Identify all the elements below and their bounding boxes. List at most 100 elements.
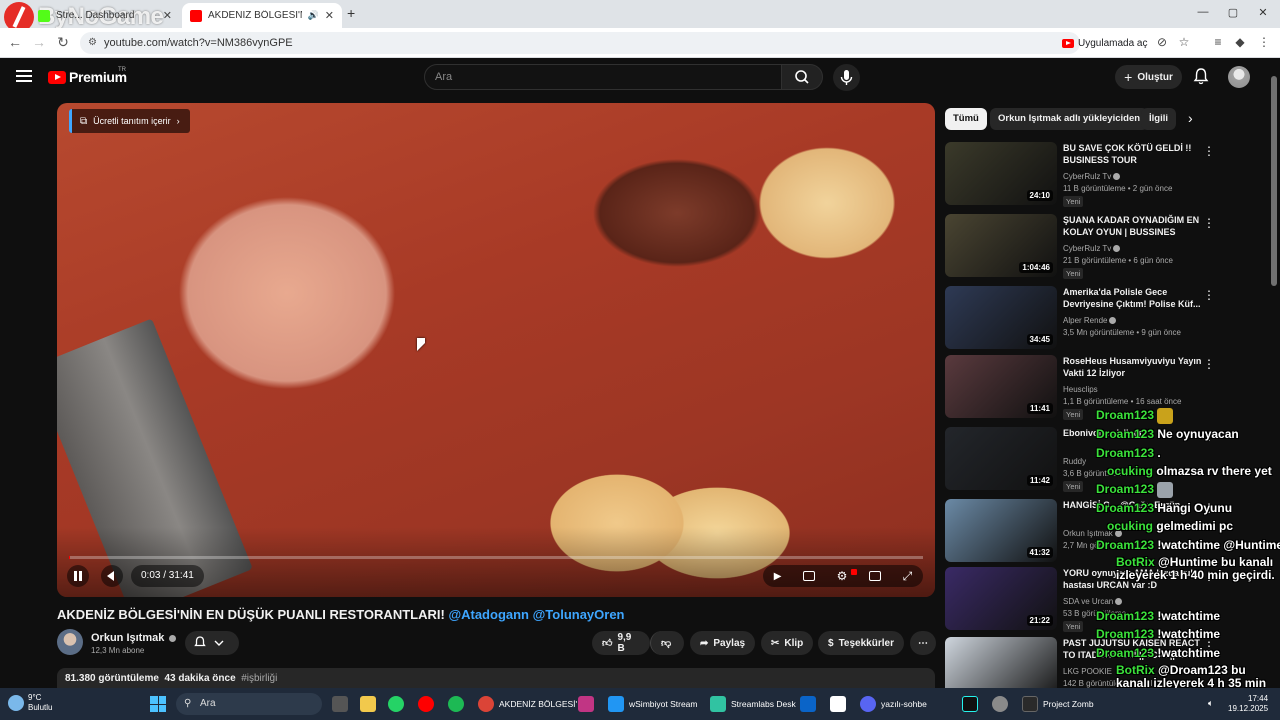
video-thumbnail[interactable]: 24:10 bbox=[945, 142, 1057, 205]
related-video-title[interactable]: RoseHeus Husamviyuviyu Yayın Vakti 12 İz… bbox=[1063, 355, 1203, 379]
like-button[interactable]: 👍︎ 9,9 B bbox=[592, 631, 650, 655]
notifications-bell-icon[interactable] bbox=[1192, 67, 1210, 85]
taskbar-app-project-zomboid[interactable]: Project Zomb bbox=[1022, 694, 1094, 714]
pause-button[interactable] bbox=[67, 565, 89, 587]
task-view-icon[interactable] bbox=[332, 694, 348, 714]
volume-button[interactable] bbox=[101, 565, 123, 587]
clip-button[interactable]: ✂ Klip bbox=[761, 631, 814, 655]
reload-icon[interactable]: ↻ bbox=[54, 34, 72, 51]
taskbar-app-streamlabs[interactable]: Streamlabs Desk bbox=[710, 694, 796, 714]
taskbar-app-wsimbiyot[interactable]: wSimbiyot Stream bbox=[608, 694, 698, 714]
media-controls-icon[interactable]: ≡ bbox=[1210, 35, 1226, 49]
chrome-menu-icon[interactable]: ⋮ bbox=[1256, 35, 1272, 49]
close-icon[interactable]: ✕ bbox=[325, 9, 334, 22]
paid-promotion-badge[interactable]: ⧉ Ücretli tanıtım içerir › bbox=[69, 109, 190, 133]
more-vertical-icon[interactable]: ⋮ bbox=[1203, 357, 1215, 371]
video-player[interactable]: ⧉ Ücretli tanıtım içerir › 0:03 / 31:41 … bbox=[57, 103, 935, 597]
volume-icon[interactable]: 🔈︎ bbox=[1208, 698, 1213, 709]
related-video-item[interactable]: 24:10 BU SAVE ÇOK KÖTÜ GELDİ !! BUSINESS … bbox=[945, 142, 1215, 208]
window-close-button[interactable]: ✕ bbox=[1248, 6, 1278, 19]
instagram-icon[interactable] bbox=[578, 694, 594, 714]
share-button[interactable]: ➦ Paylaş bbox=[690, 631, 756, 655]
speaker-icon[interactable]: 🔊 bbox=[308, 10, 319, 21]
taskbar-search-input[interactable]: ⚲ Ara bbox=[176, 693, 322, 715]
chip-from-uploader[interactable]: Orkun Işıtmak adlı yükleyiciden bbox=[990, 108, 1149, 130]
subtitles-icon[interactable] bbox=[803, 571, 816, 581]
related-video-item[interactable]: 11:41 RoseHeus Husamviyuviyu Yayın Vakti … bbox=[945, 355, 1215, 421]
video-thumbnail[interactable]: 21:22 bbox=[945, 567, 1057, 630]
windows-start-icon[interactable] bbox=[150, 696, 166, 712]
settings-gear-icon[interactable]: ⚙ bbox=[837, 569, 848, 583]
related-video-channel[interactable]: Alper Rende bbox=[1063, 316, 1117, 325]
eye-off-icon[interactable]: ⊘ bbox=[1154, 35, 1170, 49]
settings-icon[interactable] bbox=[992, 694, 1008, 714]
search-input[interactable]: Ara bbox=[424, 64, 782, 90]
capcut-icon[interactable] bbox=[830, 694, 846, 714]
related-video-channel[interactable]: SDA ve Urcan bbox=[1063, 597, 1123, 606]
channel-name[interactable]: Orkun Işıtmak bbox=[91, 632, 177, 644]
user-avatar[interactable] bbox=[1228, 66, 1250, 88]
bookmark-star-icon[interactable]: ☆ bbox=[1176, 35, 1192, 49]
chip-all[interactable]: Tümü bbox=[945, 108, 987, 130]
video-title-mentions[interactable]: @Atadogann @TolunayOren bbox=[448, 607, 624, 622]
url-field[interactable]: ⚙ youtube.com/watch?v=NM386vynGPE bbox=[80, 32, 1080, 54]
tab-dashboard[interactable]: Stre... Dashboard ✕ bbox=[30, 3, 180, 28]
video-thumbnail[interactable]: 1:04:46 bbox=[945, 214, 1057, 277]
maximize-button[interactable]: ▢ bbox=[1218, 6, 1248, 19]
video-thumbnail[interactable]: 41:32 bbox=[945, 499, 1057, 562]
more-actions-button[interactable]: ⋯ bbox=[910, 631, 936, 655]
chevron-right-icon[interactable]: › bbox=[1188, 110, 1193, 126]
tab-youtube-video[interactable]: AKDENİZ BÖLGESİ'NİN EN D 🔊 ✕ bbox=[182, 3, 342, 28]
voice-search-button[interactable] bbox=[833, 64, 860, 91]
back-icon[interactable]: ← bbox=[6, 34, 24, 50]
youtube-premium-logo[interactable]: Premium bbox=[48, 69, 127, 85]
related-video-title[interactable]: ŞUANA KADAR OYNADIĞIM EN KOLAY OYUN | BU… bbox=[1063, 214, 1203, 238]
taskbar-app-discord[interactable]: yazılı-sohbe bbox=[860, 694, 927, 714]
file-explorer-icon[interactable] bbox=[360, 694, 376, 714]
description-box[interactable]: 81.380 görüntüleme 43 dakika önce #işbir… bbox=[57, 668, 935, 690]
theater-mode-icon[interactable] bbox=[868, 571, 881, 581]
autoplay-toggle-icon[interactable]: ▶ bbox=[774, 571, 782, 582]
related-video-channel[interactable]: Heusclips bbox=[1063, 385, 1098, 394]
related-video-channel[interactable]: Ruddy bbox=[1063, 457, 1086, 466]
forward-icon[interactable]: → bbox=[30, 34, 48, 50]
dislike-button[interactable]: 👎︎ bbox=[650, 631, 684, 655]
minimize-button[interactable]: — bbox=[1188, 6, 1218, 18]
system-clock[interactable]: 17:44 19.12.2025 bbox=[1228, 694, 1268, 714]
hamburger-menu-icon[interactable] bbox=[16, 70, 32, 82]
close-icon[interactable]: ✕ bbox=[163, 9, 172, 22]
taskbar-app-chrome[interactable]: AKDENİZ BÖLGESİ' bbox=[478, 694, 577, 714]
site-info-icon[interactable]: ⚙ bbox=[88, 32, 97, 54]
related-video-item[interactable]: 34:45 Amerika'da Polisle Gece Devriyesine… bbox=[945, 286, 1215, 352]
related-video-channel[interactable]: LKG POOKIE bbox=[1063, 667, 1112, 676]
video-thumbnail[interactable]: 34:45 bbox=[945, 286, 1057, 349]
extension-icon[interactable]: ◆ bbox=[1232, 35, 1248, 49]
video-thumbnail[interactable]: 11:42 bbox=[945, 427, 1057, 490]
outlook-icon[interactable] bbox=[800, 694, 816, 714]
related-video-channel[interactable]: CyberRulz Tv bbox=[1063, 172, 1121, 181]
fullscreen-icon[interactable]: ⤢ bbox=[903, 569, 913, 584]
create-button[interactable]: + Oluştur bbox=[1115, 65, 1182, 89]
thanks-button[interactable]: $ Teşekkürler bbox=[818, 631, 904, 655]
youtube-music-icon[interactable] bbox=[418, 694, 434, 714]
search-button[interactable] bbox=[781, 64, 823, 90]
progress-bar[interactable] bbox=[69, 556, 923, 559]
scrollbar-thumb[interactable] bbox=[1271, 76, 1277, 286]
open-in-app-button[interactable]: Uygulamada aç bbox=[1062, 34, 1147, 52]
related-video-title[interactable]: BU SAVE ÇOK KÖTÜ GELDİ !! BUSINESS TOUR bbox=[1063, 142, 1203, 166]
weather-widget[interactable]: 9°C Bulutlu bbox=[8, 693, 52, 713]
new-tab-button[interactable]: + bbox=[347, 5, 355, 21]
related-video-item[interactable]: 1:04:46 ŞUANA KADAR OYNADIĞIM EN KOLAY OY… bbox=[945, 214, 1215, 280]
chip-related[interactable]: İlgili bbox=[1141, 108, 1176, 130]
more-vertical-icon[interactable]: ⋮ bbox=[1203, 144, 1215, 158]
related-video-channel[interactable]: CyberRulz Tv bbox=[1063, 244, 1121, 253]
tiktok-icon[interactable] bbox=[962, 694, 978, 714]
spotify-icon[interactable] bbox=[448, 694, 464, 714]
more-vertical-icon[interactable]: ⋮ bbox=[1203, 216, 1215, 230]
hashtag[interactable]: #işbirliği bbox=[241, 673, 277, 684]
subscription-bell-button[interactable] bbox=[185, 631, 239, 655]
scrollbar[interactable] bbox=[1271, 66, 1277, 686]
whatsapp-icon[interactable] bbox=[388, 694, 404, 714]
related-video-title[interactable]: Amerika'da Polisle Gece Devriyesine Çıkt… bbox=[1063, 286, 1203, 310]
video-thumbnail[interactable]: 11:41 bbox=[945, 355, 1057, 418]
